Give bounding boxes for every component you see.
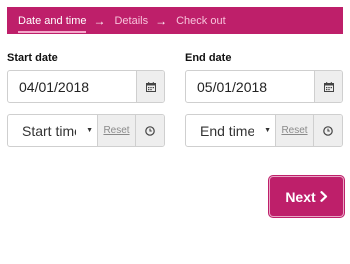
end-date-input[interactable]: 05/01/2018 <box>186 71 314 102</box>
caret-down-icon: ▼ <box>264 127 271 134</box>
calendar-icon <box>145 81 156 92</box>
clock-icon <box>323 125 333 136</box>
start-date-input[interactable]: 04/01/2018 <box>8 71 136 102</box>
progress-stepper: Date and time → Details → Check out <box>7 7 343 34</box>
step-date-and-time[interactable]: Date and time <box>18 15 87 33</box>
end-time-select[interactable]: End time ▼ <box>186 115 275 146</box>
end-time-reset-button[interactable]: Reset <box>275 115 313 146</box>
start-time-reset-button[interactable]: Reset <box>97 115 135 146</box>
next-label: Next <box>285 188 316 205</box>
start-time-clock-button[interactable] <box>135 115 164 146</box>
end-calendar-button[interactable] <box>314 71 342 102</box>
start-date-label: Start date <box>7 52 58 64</box>
chevron-right-icon <box>320 191 327 202</box>
arrow-right-icon: → <box>155 13 168 28</box>
end-date-field: 05/01/2018 <box>185 70 343 103</box>
start-time-placeholder: Start time <box>22 122 76 139</box>
start-calendar-button[interactable] <box>136 71 164 102</box>
end-time-placeholder: End time <box>200 122 254 139</box>
next-button[interactable]: Next <box>270 177 343 216</box>
step-details[interactable]: Details <box>114 15 148 27</box>
end-date-label: End date <box>185 52 232 64</box>
reset-label: Reset <box>103 125 130 136</box>
arrow-right-icon: → <box>93 13 106 28</box>
start-time-select[interactable]: Start time ▼ <box>8 115 97 146</box>
end-time-field: End time ▼ Reset <box>185 114 343 147</box>
caret-down-icon: ▼ <box>86 127 93 134</box>
start-time-field: Start time ▼ Reset <box>7 114 165 147</box>
step-check-out[interactable]: Check out <box>176 15 226 27</box>
reset-label: Reset <box>281 125 308 136</box>
calendar-icon <box>323 81 334 92</box>
end-time-clock-button[interactable] <box>313 115 342 146</box>
start-date-field: 04/01/2018 <box>7 70 165 103</box>
clock-icon <box>145 125 155 136</box>
